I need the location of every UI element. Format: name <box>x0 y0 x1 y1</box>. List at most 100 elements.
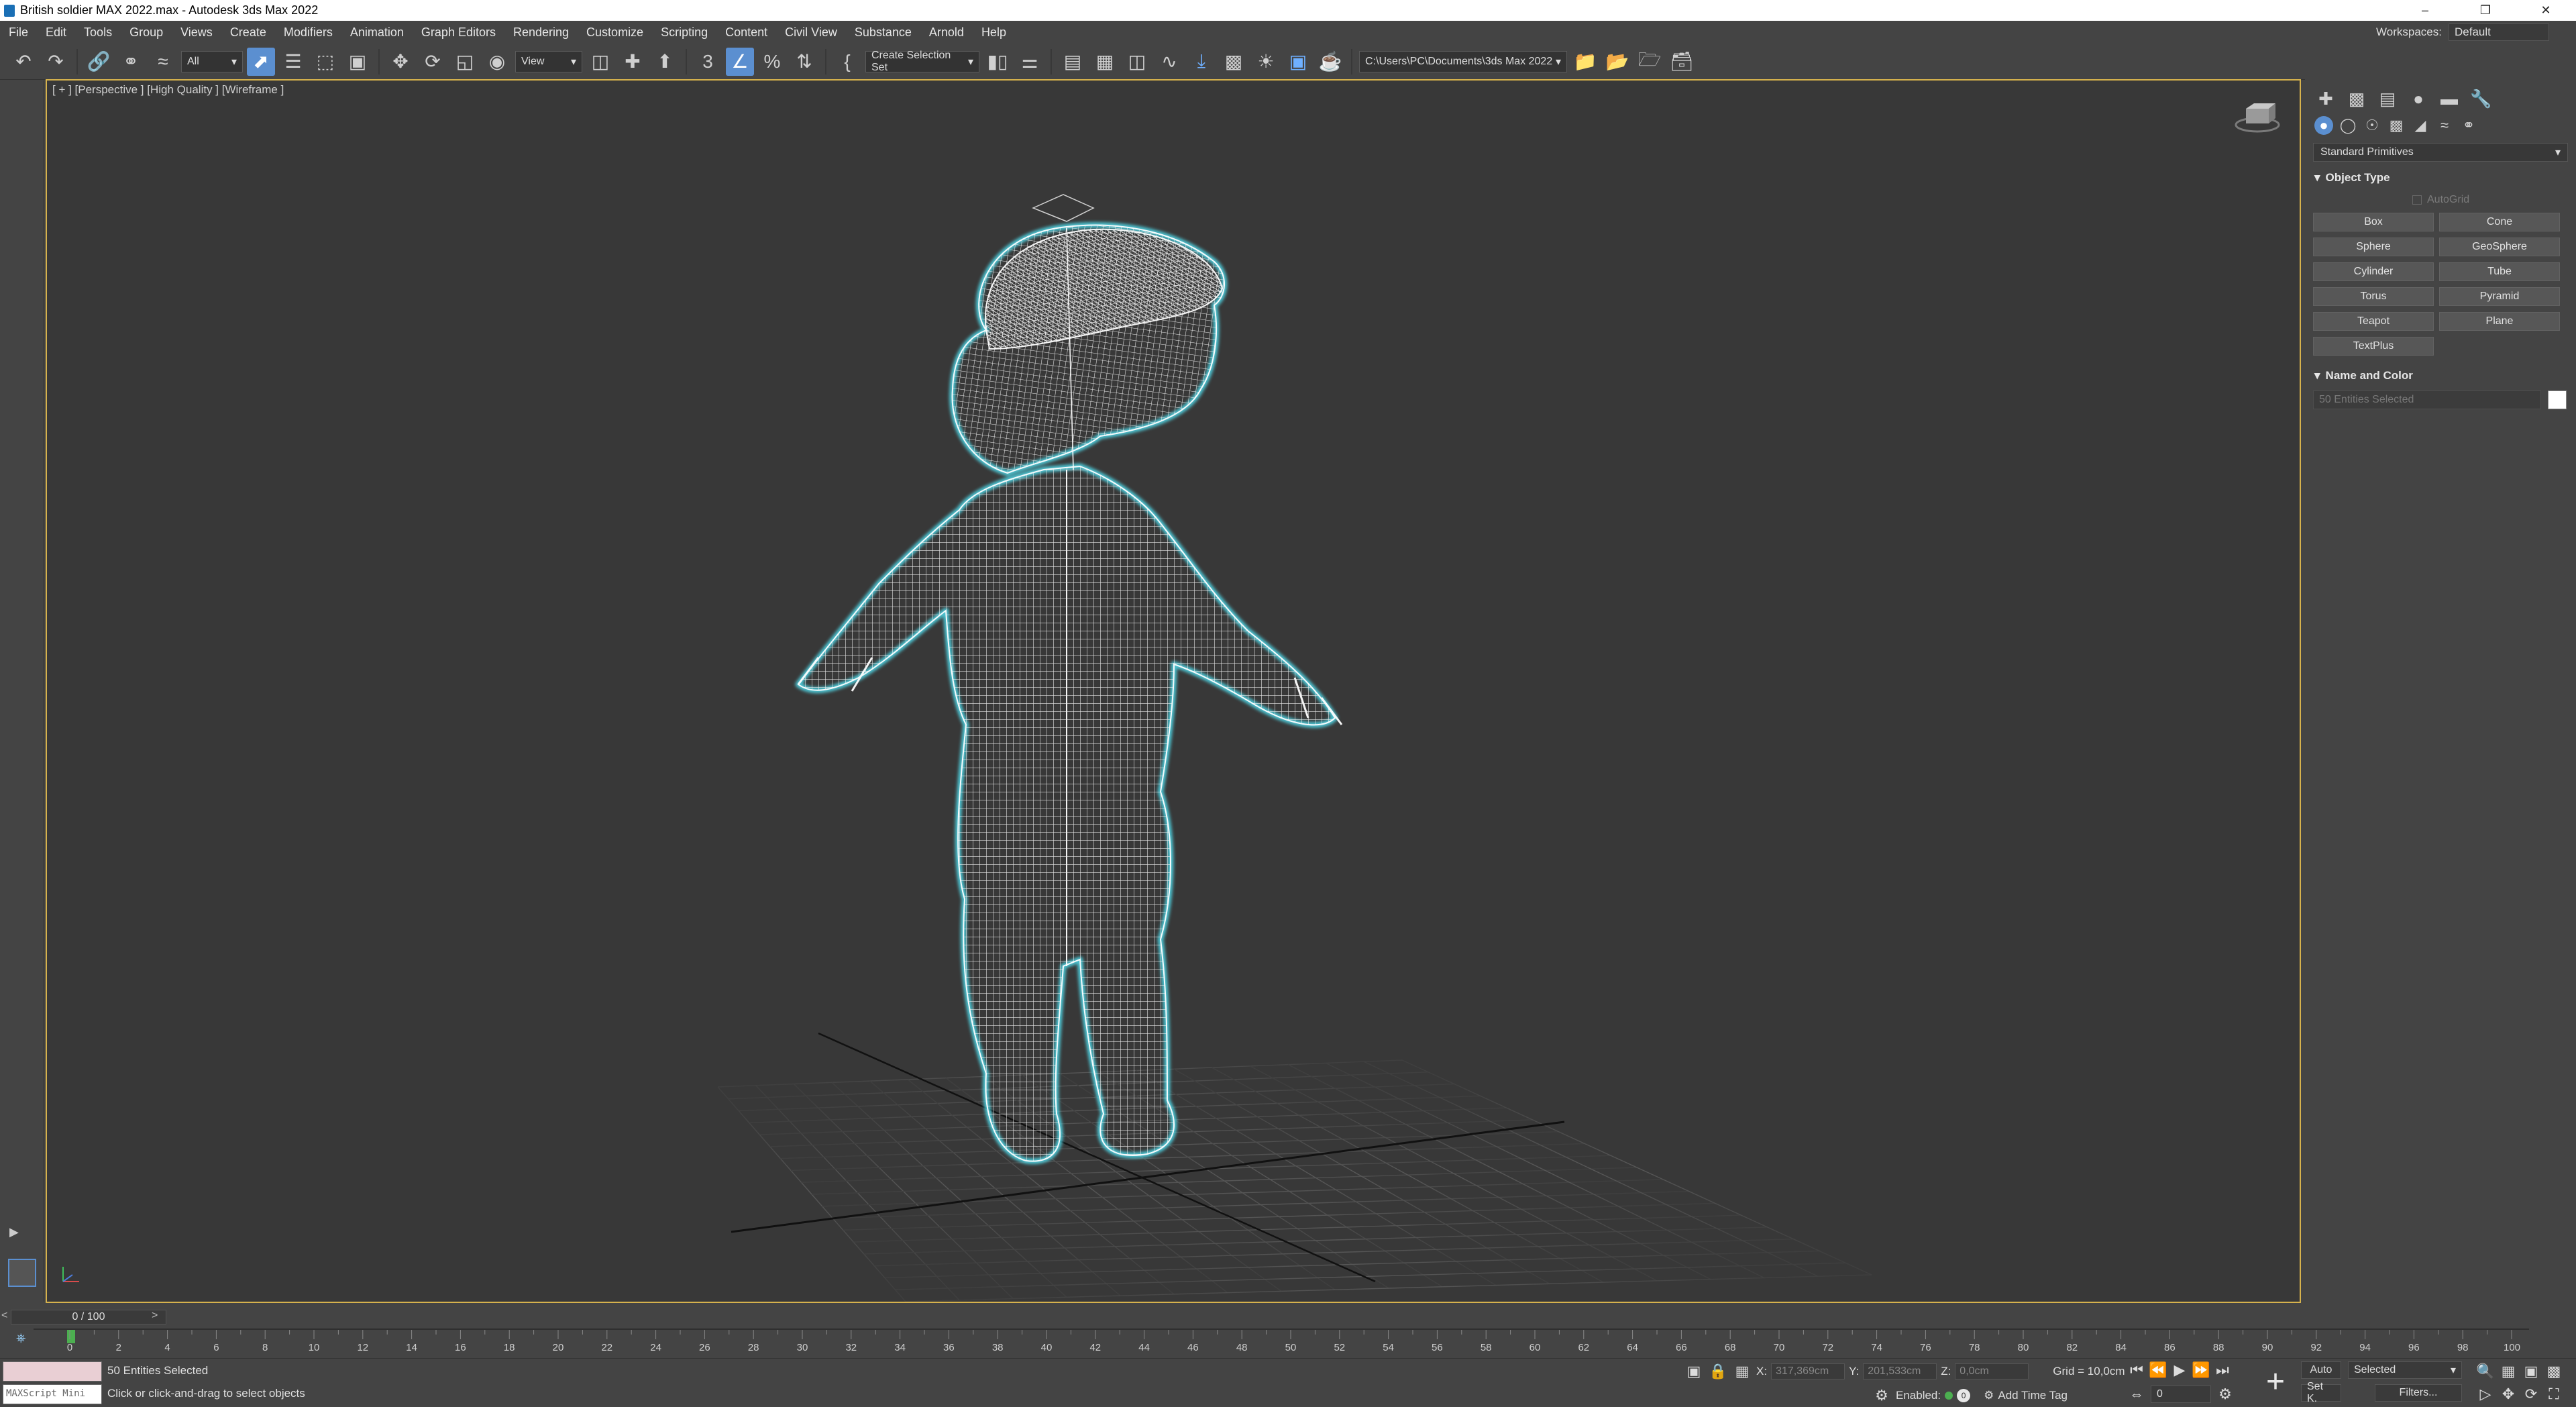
window-crossing-icon[interactable]: ▣ <box>343 48 372 76</box>
current-frame-field[interactable]: 0 <box>2151 1386 2211 1403</box>
tube-button[interactable]: Tube <box>2439 262 2560 281</box>
time-next-icon[interactable]: > <box>152 1310 158 1322</box>
menu-animation[interactable]: Animation <box>341 25 413 40</box>
sphere-button[interactable]: Sphere <box>2313 238 2434 256</box>
close-icon[interactable]: ✕ <box>2516 0 2576 21</box>
primitive-category-dropdown[interactable]: Standard Primitives ▾ <box>2313 143 2568 162</box>
mirror-icon[interactable]: ▮▯ <box>983 48 1012 76</box>
set-key-icon[interactable]: + <box>2257 1363 2294 1400</box>
modify-tab-icon[interactable]: ▩ <box>2347 89 2367 109</box>
maxscript-mini-input[interactable]: MAXScript Mini <box>3 1384 102 1404</box>
torus-button[interactable]: Torus <box>2313 287 2434 306</box>
named-selection-dropdown[interactable]: Create Selection Set ▾ <box>865 50 979 73</box>
time-tag-icon[interactable]: 0 <box>1957 1389 1971 1402</box>
go-to-end-icon[interactable]: ⏭ <box>2212 1360 2233 1380</box>
soldier-wireframe-model[interactable] <box>718 148 1657 1302</box>
selection-lock-icon[interactable]: 🔒 <box>1708 1361 1728 1382</box>
textplus-button[interactable]: TextPlus <box>2313 337 2434 356</box>
menu-scripting[interactable]: Scripting <box>652 25 716 40</box>
minimize-icon[interactable]: – <box>2395 0 2455 21</box>
menu-content[interactable]: Content <box>716 25 776 40</box>
zoom-extents-all-icon[interactable]: ▩ <box>2544 1361 2564 1382</box>
cameras-icon[interactable]: ▩ <box>2387 116 2406 135</box>
select-and-place-icon[interactable]: ◉ <box>483 48 511 76</box>
cone-button[interactable]: Cone <box>2439 213 2560 231</box>
time-configuration-icon[interactable]: ⚙ <box>2215 1384 2235 1404</box>
menu-civil-view[interactable]: Civil View <box>776 25 846 40</box>
object-type-rollout[interactable]: ▾ Object Type <box>2310 171 2571 185</box>
rendered-frame-window-icon[interactable]: ▣ <box>1284 48 1312 76</box>
select-and-move-icon[interactable]: ✥ <box>386 48 415 76</box>
reference-coordinate-dropdown[interactable]: View ▾ <box>515 50 582 72</box>
geosphere-button[interactable]: GeoSphere <box>2439 238 2560 256</box>
keyboard-shortcut-override-icon[interactable]: ⬆ <box>651 48 679 76</box>
selection-filter-dropdown[interactable]: All ▾ <box>181 50 243 72</box>
scene-explorer-icon[interactable]: ▤ <box>1059 48 1087 76</box>
material-editor-icon[interactable]: ▩ <box>1220 48 1248 76</box>
time-slider[interactable]: 0 / 100 <box>11 1310 166 1324</box>
spinner-snap-icon[interactable]: ⇅ <box>790 48 818 76</box>
teapot-button[interactable]: Teapot <box>2313 312 2434 331</box>
align-icon[interactable]: ⚌ <box>1016 48 1044 76</box>
zoom-extents-icon[interactable]: ▣ <box>2521 1361 2541 1382</box>
create-project-icon[interactable]: 🗁 <box>1635 48 1664 76</box>
menu-customize[interactable]: Customize <box>578 25 652 40</box>
geometry-icon[interactable]: ● <box>2314 116 2333 135</box>
play-icon[interactable]: ▶ <box>2169 1360 2190 1380</box>
key-filter-dropdown[interactable]: Selected ▾ <box>2348 1361 2462 1379</box>
next-frame-icon[interactable]: ⏩ <box>2191 1360 2211 1380</box>
render-setup-icon[interactable]: ☀ <box>1252 48 1280 76</box>
select-by-name-icon[interactable]: ☰ <box>279 48 307 76</box>
orbit-icon[interactable]: ⟳ <box>2521 1384 2541 1404</box>
auto-key-button[interactable]: Auto <box>2301 1361 2341 1379</box>
lights-icon[interactable]: ☉ <box>2363 116 2381 135</box>
motion-tab-icon[interactable]: ● <box>2408 89 2428 109</box>
ribbon-toggle-icon[interactable]: ◫ <box>1123 48 1151 76</box>
menu-graph-editors[interactable]: Graph Editors <box>413 25 504 40</box>
percent-snap-icon[interactable]: % <box>758 48 786 76</box>
open-project-icon[interactable]: 📂 <box>1603 48 1631 76</box>
angle-snap-icon[interactable]: ∠ <box>726 47 754 76</box>
curve-editor-icon[interactable]: ∿ <box>1155 48 1183 76</box>
time-prev-icon[interactable]: < <box>1 1310 7 1322</box>
object-name-field[interactable]: 50 Entities Selected <box>2313 390 2541 409</box>
maxscript-listener-pane[interactable] <box>3 1361 102 1382</box>
name-and-color-rollout[interactable]: ▾ Name and Color <box>2310 369 2571 382</box>
menu-group[interactable]: Group <box>121 25 172 40</box>
project-folder-dropdown[interactable]: C:\Users\PC\Documents\3ds Max 2022 ▾ <box>1359 50 1567 72</box>
previous-frame-icon[interactable]: ⏪ <box>2148 1360 2168 1380</box>
render-production-icon[interactable]: ☕ <box>1316 48 1344 76</box>
x-coordinate-field[interactable]: 317,369cm <box>1771 1363 1845 1379</box>
adaptive-degradation-icon[interactable]: ⚙ <box>1872 1386 1892 1406</box>
key-mode-toggle-icon[interactable]: ⇔ <box>2127 1384 2147 1404</box>
key-filters-button[interactable]: Filters... <box>2375 1384 2462 1402</box>
select-manipulate-icon[interactable]: ✚ <box>619 48 647 76</box>
menu-rendering[interactable]: Rendering <box>504 25 578 40</box>
plane-button[interactable]: Plane <box>2439 312 2560 331</box>
utilities-tab-icon[interactable]: 🔧 <box>2470 89 2491 109</box>
object-color-swatch[interactable] <box>2548 390 2567 409</box>
expand-ribbon-icon[interactable]: ▶ <box>9 1225 19 1239</box>
snaps-toggle-icon[interactable]: 3 <box>694 48 722 76</box>
menu-create[interactable]: Create <box>221 25 275 40</box>
isolate-selection-icon[interactable]: ▣ <box>1684 1361 1704 1382</box>
menu-help[interactable]: Help <box>973 25 1015 40</box>
add-time-tag[interactable]: Add Time Tag <box>1998 1389 2068 1402</box>
box-button[interactable]: Box <box>2313 213 2434 231</box>
undo-icon[interactable]: ↶ <box>9 48 38 76</box>
set-project-folder-icon[interactable]: 📁 <box>1571 48 1599 76</box>
go-to-start-icon[interactable]: ⏮ <box>2127 1360 2147 1380</box>
pyramid-button[interactable]: Pyramid <box>2439 287 2560 306</box>
menu-substance[interactable]: Substance <box>846 25 920 40</box>
workspaces-dropdown[interactable]: Default <box>2449 23 2549 41</box>
systems-icon[interactable]: ⚭ <box>2459 116 2478 135</box>
zoom-all-icon[interactable]: ▦ <box>2498 1361 2518 1382</box>
track-bar[interactable]: ⎈ 0 2 4 6 8 10 12 14 16 18 20 22 24 26 28 30 32 34 36 38 40 4… <box>0 1328 2576 1358</box>
cylinder-button[interactable]: Cylinder <box>2313 262 2434 281</box>
shapes-icon[interactable]: ◯ <box>2339 116 2357 135</box>
menu-edit[interactable]: Edit <box>37 25 75 40</box>
menu-arnold[interactable]: Arnold <box>920 25 973 40</box>
set-key-button[interactable]: Set K. <box>2301 1381 2341 1404</box>
autogrid-checkbox[interactable]: AutoGrid <box>2412 194 2576 206</box>
create-tab-icon[interactable]: ✚ <box>2316 89 2336 109</box>
